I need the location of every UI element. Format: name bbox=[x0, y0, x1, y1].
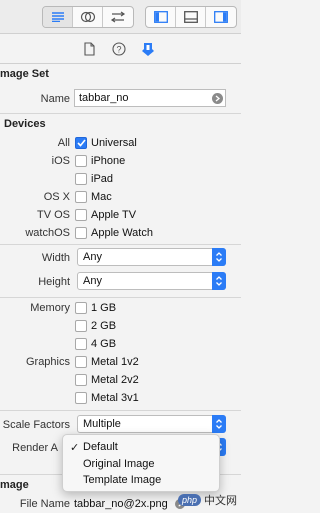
chevron-updown-icon bbox=[212, 415, 226, 433]
scale-factors-popup[interactable]: Multiple bbox=[77, 415, 226, 433]
ipad-label: iPad bbox=[91, 173, 114, 185]
height-popup[interactable]: Any bbox=[77, 272, 226, 290]
panel-toggle-segment bbox=[145, 6, 237, 28]
metal-3v1-label: Metal 3v1 bbox=[91, 392, 139, 404]
name-value: tabbar_no bbox=[79, 92, 129, 104]
height-label: Height bbox=[38, 276, 70, 288]
list-icon[interactable] bbox=[43, 7, 73, 27]
iphone-checkbox[interactable] bbox=[75, 155, 87, 167]
file-inspector-icon[interactable] bbox=[81, 41, 97, 57]
apple-watch-checkbox[interactable] bbox=[75, 227, 87, 239]
toolbar bbox=[0, 0, 241, 34]
menu-item-template-image[interactable]: Template Image bbox=[83, 474, 161, 486]
divider bbox=[0, 113, 241, 114]
metal-3v1-checkbox[interactable] bbox=[75, 392, 87, 404]
editor-mode-segment bbox=[42, 6, 134, 28]
inspector-tab-bar: ? bbox=[0, 34, 241, 64]
divider bbox=[0, 410, 241, 411]
ipad-checkbox[interactable] bbox=[75, 173, 87, 185]
memory-1gb-label: 1 GB bbox=[91, 302, 117, 314]
selected-checkmark: ✓ bbox=[70, 442, 80, 454]
metal-1v2-checkbox[interactable] bbox=[75, 356, 87, 368]
watermark-text: 中文网 bbox=[204, 495, 238, 507]
device-label-ios: iOS bbox=[51, 155, 70, 167]
height-value: Any bbox=[83, 275, 102, 287]
width-label: Width bbox=[41, 252, 70, 264]
memory-4gb-checkbox[interactable] bbox=[75, 338, 87, 350]
apple-watch-label: Apple Watch bbox=[91, 227, 153, 239]
swap-arrows-icon[interactable] bbox=[103, 7, 133, 27]
mac-label: Mac bbox=[91, 191, 112, 203]
divider bbox=[0, 244, 241, 245]
device-label-watchos: watchOS bbox=[25, 227, 70, 239]
scale-factors-label: Scale Factors bbox=[2, 419, 70, 431]
overlap-circles-icon[interactable] bbox=[73, 7, 103, 27]
graphics-label: Graphics bbox=[25, 356, 70, 368]
metal-2v2-checkbox[interactable] bbox=[75, 374, 87, 386]
apple-tv-label: Apple TV bbox=[91, 209, 137, 221]
image-set-heading: mage Set bbox=[0, 68, 49, 80]
attributes-inspector-icon[interactable] bbox=[140, 41, 156, 57]
memory-2gb-checkbox[interactable] bbox=[75, 320, 87, 332]
right-panel-icon[interactable] bbox=[206, 7, 236, 27]
arrow-circle-icon[interactable] bbox=[212, 93, 223, 104]
svg-text:?: ? bbox=[116, 45, 121, 55]
render-as-menu: ✓ Default Original Image Template Image bbox=[62, 434, 220, 492]
memory-4gb-label: 4 GB bbox=[91, 338, 117, 350]
php-watermark: php 中文网 bbox=[178, 489, 238, 511]
divider bbox=[0, 297, 241, 298]
chevron-updown-icon bbox=[212, 272, 226, 290]
width-value: Any bbox=[83, 251, 102, 263]
quick-help-icon[interactable]: ? bbox=[111, 41, 127, 57]
name-field[interactable]: tabbar_no bbox=[74, 89, 226, 107]
device-label-osx: OS X bbox=[43, 191, 70, 203]
left-panel-icon[interactable] bbox=[146, 7, 176, 27]
php-badge: php bbox=[178, 494, 202, 506]
file-name-label: File Name bbox=[19, 498, 70, 510]
width-popup[interactable]: Any bbox=[77, 248, 226, 266]
bottom-panel-icon[interactable] bbox=[176, 7, 206, 27]
memory-1gb-checkbox[interactable] bbox=[75, 302, 87, 314]
file-name-value: tabbar_no@2x.png bbox=[74, 498, 168, 510]
memory-2gb-label: 2 GB bbox=[91, 320, 117, 332]
mac-checkbox[interactable] bbox=[75, 191, 87, 203]
memory-label: Memory bbox=[30, 302, 70, 314]
device-label-all: All bbox=[57, 137, 70, 149]
metal-2v2-label: Metal 2v2 bbox=[91, 374, 139, 386]
apple-tv-checkbox[interactable] bbox=[75, 209, 87, 221]
metal-1v2-label: Metal 1v2 bbox=[91, 356, 139, 368]
name-label: Name bbox=[40, 93, 70, 105]
menu-item-default[interactable]: Default bbox=[83, 441, 118, 453]
image-heading: mage bbox=[0, 479, 29, 491]
devices-heading: Devices bbox=[4, 118, 46, 130]
menu-item-original-image[interactable]: Original Image bbox=[83, 458, 155, 470]
device-label-tvos: TV OS bbox=[36, 209, 70, 221]
universal-checkbox[interactable] bbox=[75, 137, 87, 149]
render-as-label: Render A bbox=[12, 442, 58, 454]
iphone-label: iPhone bbox=[91, 155, 126, 167]
universal-label: Universal bbox=[91, 137, 137, 149]
scale-factors-value: Multiple bbox=[83, 418, 121, 430]
checkmark-icon bbox=[76, 139, 86, 147]
chevron-updown-icon bbox=[212, 248, 226, 266]
